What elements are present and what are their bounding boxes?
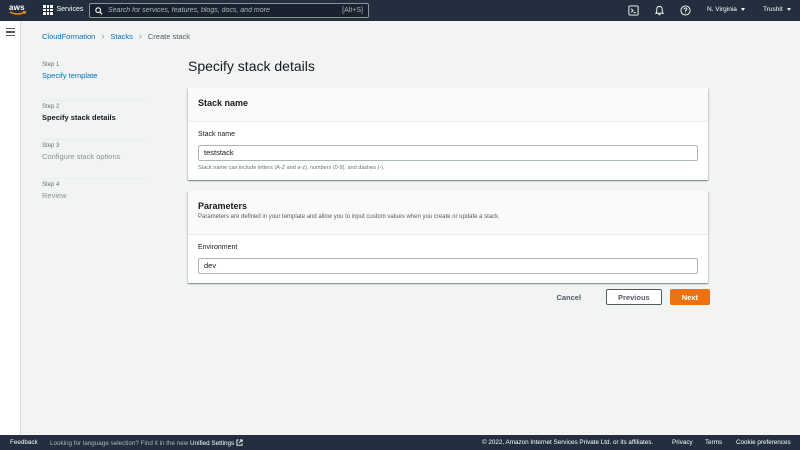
bell-icon[interactable] bbox=[654, 5, 665, 16]
next-button[interactable]: Next bbox=[669, 289, 710, 305]
language-notice: Looking for language selection? Find it … bbox=[50, 439, 243, 447]
language-notice-text: Looking for language selection? Find it … bbox=[50, 440, 189, 447]
panel-header: Parameters Parameters are defined in you… bbox=[188, 191, 708, 235]
page-title: Specify stack details bbox=[188, 58, 315, 74]
wizard-step-2: Step 2 Specify stack details bbox=[42, 101, 147, 140]
breadcrumb-stacks[interactable]: Stacks bbox=[110, 32, 133, 41]
side-navigation-rail bbox=[0, 21, 21, 435]
cancel-button[interactable]: Cancel bbox=[545, 289, 592, 305]
parameters-panel: Parameters Parameters are defined in you… bbox=[188, 191, 708, 283]
step-number: Step 2 bbox=[42, 104, 60, 110]
breadcrumb: CloudFormation › Stacks › Create stack bbox=[42, 31, 190, 42]
step-number: Step 4 bbox=[42, 182, 60, 188]
stack-name-input[interactable] bbox=[198, 144, 698, 161]
chevron-right-icon: › bbox=[138, 31, 142, 41]
panel-body: Stack name Stack name can include letter… bbox=[188, 122, 708, 180]
wizard-step-4: Step 4 Review bbox=[42, 179, 147, 218]
wizard-actions: Cancel Previous Next bbox=[545, 289, 710, 305]
unified-settings-link[interactable]: Unified Settings bbox=[190, 440, 234, 447]
aws-logo-text: aws bbox=[9, 3, 25, 12]
step-number: Step 3 bbox=[42, 143, 60, 149]
aws-logo[interactable]: aws bbox=[9, 3, 27, 18]
region-selector[interactable]: N. Virginia bbox=[707, 6, 745, 13]
breadcrumb-current: Create stack bbox=[147, 32, 190, 41]
cloudshell-icon[interactable] bbox=[628, 5, 639, 16]
chevron-right-icon: › bbox=[101, 31, 105, 41]
stack-name-panel: Stack name Stack name Stack name can inc… bbox=[188, 88, 708, 180]
panel-body: Environment bbox=[188, 235, 708, 283]
step-label-current: Specify stack details bbox=[42, 113, 116, 122]
caret-down-icon bbox=[786, 8, 791, 11]
panel-description: Parameters are defined in your template … bbox=[198, 214, 500, 220]
wizard-step-3: Step 3 Configure stack options bbox=[42, 140, 147, 179]
help-icon[interactable] bbox=[680, 5, 691, 16]
region-label: N. Virginia bbox=[707, 6, 737, 13]
search-input[interactable] bbox=[108, 7, 343, 14]
services-menu[interactable]: Services bbox=[43, 5, 83, 15]
search-icon bbox=[95, 6, 103, 15]
external-link-icon bbox=[236, 439, 243, 446]
stack-name-constraint: Stack name can include letters (A-Z and … bbox=[198, 164, 385, 171]
privacy-link[interactable]: Privacy bbox=[672, 439, 693, 446]
copyright-text: © 2022, Amazon Internet Services Private… bbox=[482, 439, 654, 446]
breadcrumb-cloudformation[interactable]: CloudFormation bbox=[42, 32, 95, 41]
caret-down-icon bbox=[740, 8, 745, 11]
feedback-link[interactable]: Feedback bbox=[10, 439, 38, 446]
wizard-steps: Step 1 Specify template Step 2 Specify s… bbox=[42, 62, 147, 218]
account-label: Trushit bbox=[763, 6, 783, 13]
step-label-disabled: Configure stack options bbox=[42, 152, 121, 161]
cookie-preferences-link[interactable]: Cookie preferences bbox=[736, 439, 791, 446]
footer: Feedback Looking for language selection?… bbox=[0, 435, 800, 450]
terms-link[interactable]: Terms bbox=[705, 439, 722, 446]
step-number: Step 1 bbox=[42, 62, 60, 68]
step-link-specify-template[interactable]: Specify template bbox=[42, 71, 147, 80]
stack-name-label: Stack name bbox=[198, 131, 235, 138]
environment-input[interactable] bbox=[198, 257, 698, 274]
services-label: Services bbox=[56, 6, 84, 14]
account-menu[interactable]: Trushit bbox=[763, 6, 791, 13]
wizard-step-1: Step 1 Specify template bbox=[42, 62, 147, 101]
panel-header: Stack name bbox=[188, 88, 708, 122]
previous-button[interactable]: Previous bbox=[606, 289, 662, 305]
panel-title: Stack name bbox=[198, 98, 249, 108]
top-navigation: aws Services [Alt+S] N. Virginia bbox=[0, 0, 800, 21]
search-shortcut: [Alt+S] bbox=[342, 7, 363, 14]
step-label-disabled: Review bbox=[42, 191, 67, 200]
global-search[interactable]: [Alt+S] bbox=[89, 3, 369, 18]
panel-title: Parameters bbox=[198, 201, 248, 211]
menu-icon[interactable] bbox=[6, 28, 15, 36]
grid-icon bbox=[43, 5, 53, 15]
environment-label: Environment bbox=[198, 244, 238, 251]
